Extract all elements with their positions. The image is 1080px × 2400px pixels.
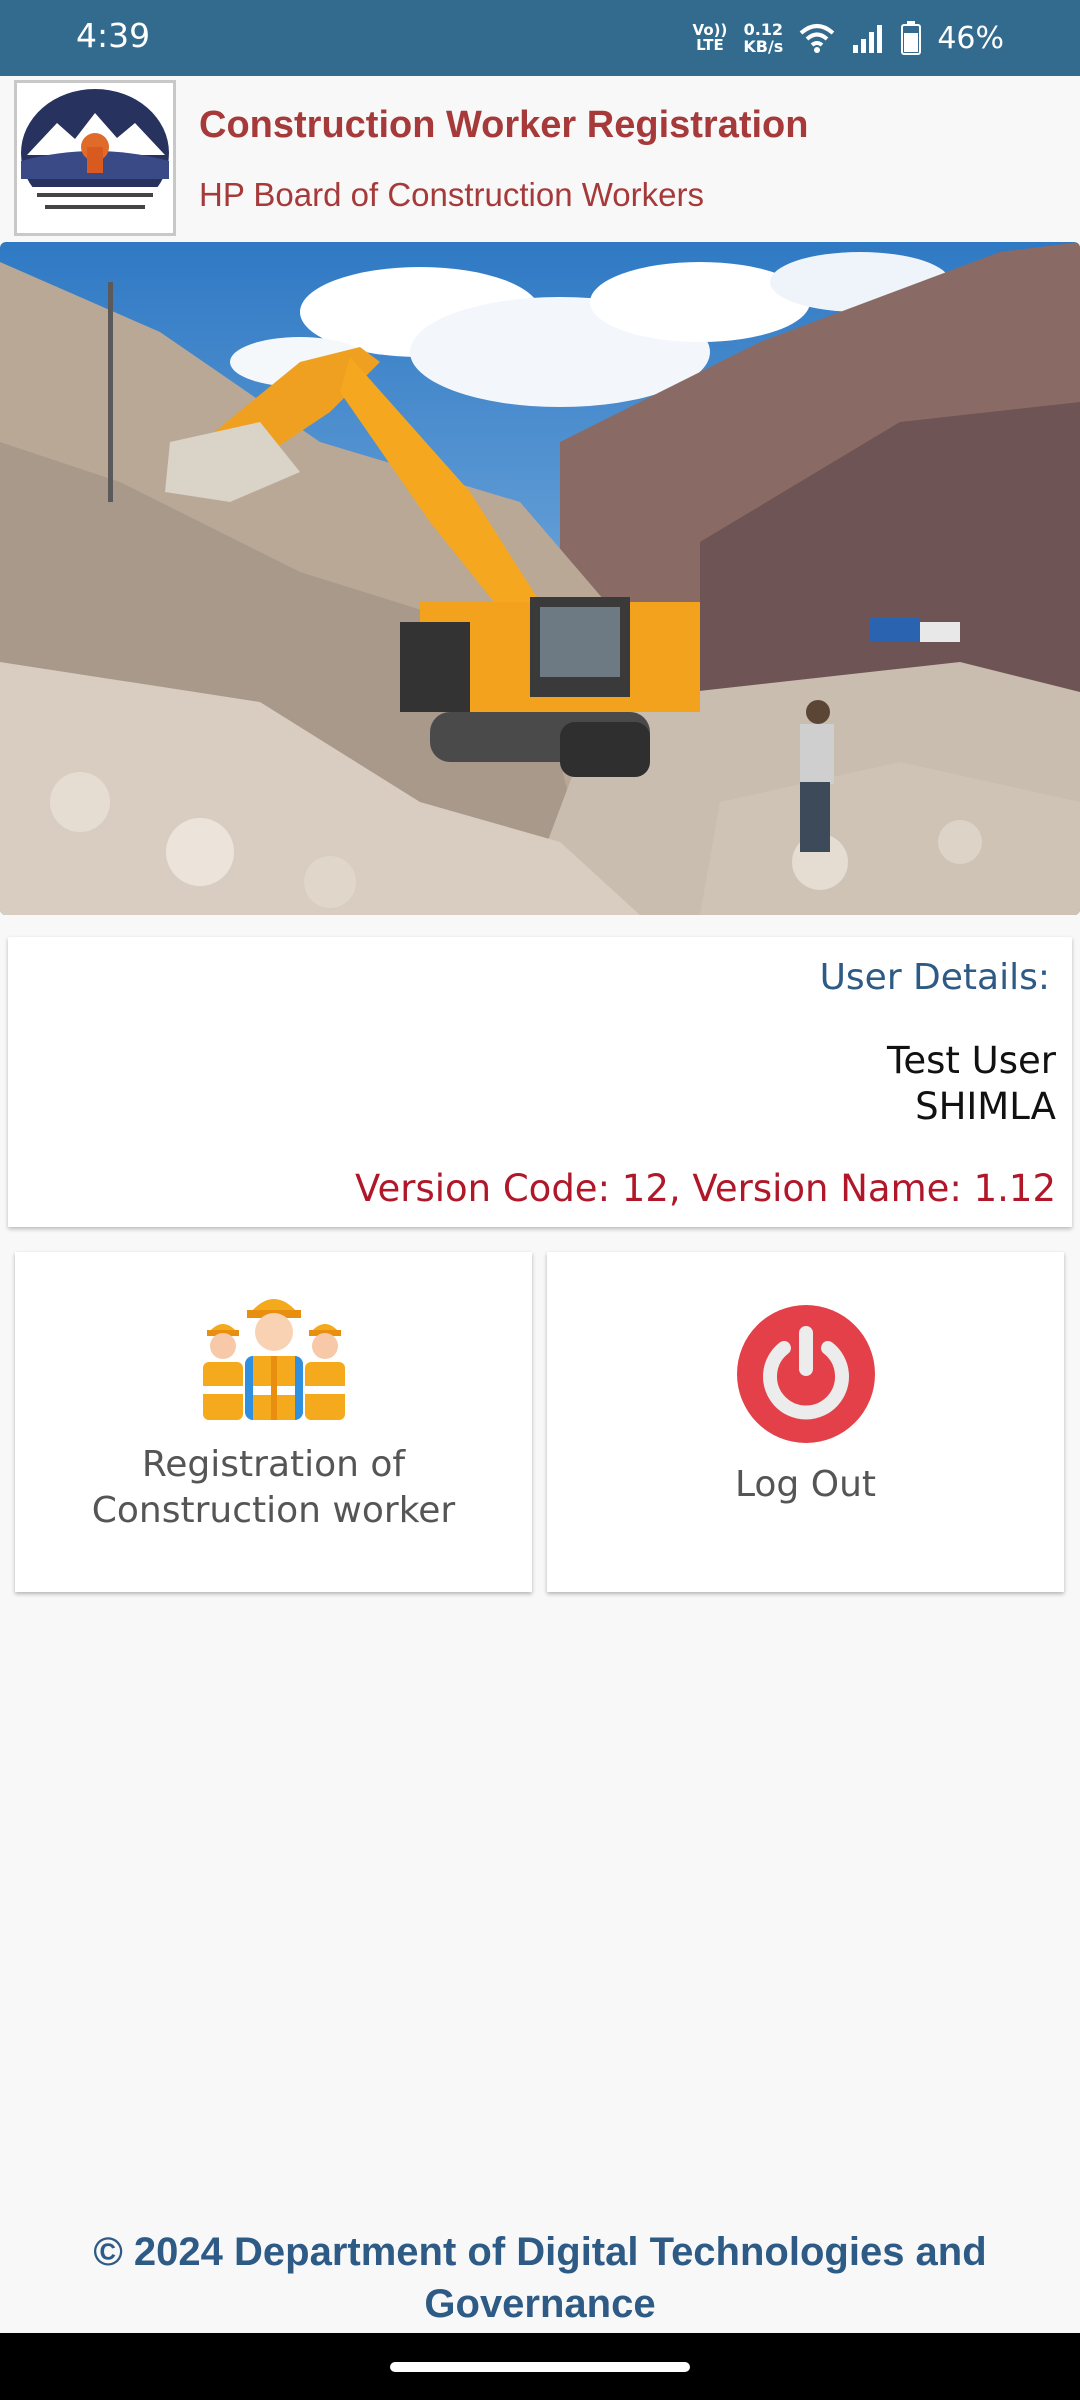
banner-image xyxy=(0,242,1080,915)
app-subtitle: HP Board of Construction Workers xyxy=(199,176,704,213)
power-icon xyxy=(736,1305,875,1443)
status-indicators: Vo)) LTE 0.12 KB/s 46% xyxy=(693,14,1004,62)
app-version: Version Code: 12, Version Name: 1.12 xyxy=(355,1167,1056,1210)
footer-copyright: © 2024 Department of Digital Technologie… xyxy=(93,2230,987,2326)
signal-icon xyxy=(853,25,883,53)
registration-label: Registration of Construction worker xyxy=(91,1444,456,1531)
network-speed: 0.12 KB/s xyxy=(743,21,783,55)
app-title: Construction Worker Registration xyxy=(199,104,809,146)
logout-label: Log Out xyxy=(734,1464,876,1505)
hp-government-logo xyxy=(14,80,176,236)
network-speed-value: 0.12 xyxy=(743,20,784,39)
system-navigation-bar xyxy=(0,2333,1080,2400)
status-bar: 4:39 Vo)) LTE 0.12 KB/s 46% xyxy=(0,0,1080,76)
wifi-icon xyxy=(799,24,835,53)
battery-icon xyxy=(901,21,922,55)
network-speed-unit: KB/s xyxy=(743,37,784,56)
volte-icon: Vo)) LTE xyxy=(693,23,728,53)
user-details-card: User Details: Test User SHIMLA Version C… xyxy=(8,937,1072,1227)
user-district: SHIMLA xyxy=(915,1085,1056,1128)
app-header: Construction Worker Registration HP Boar… xyxy=(0,76,1080,241)
banner-carousel[interactable] xyxy=(0,242,1080,915)
logout-tile[interactable]: Log Out xyxy=(547,1252,1064,1592)
construction-workers-icon xyxy=(202,1299,345,1420)
registration-tile[interactable]: Registration of Construction worker xyxy=(15,1252,532,1592)
home-gesture-handle[interactable] xyxy=(390,2362,690,2372)
user-details-label: User Details: xyxy=(819,957,1050,998)
user-name: Test User xyxy=(887,1039,1056,1082)
volte-bottom-text: LTE xyxy=(696,36,724,54)
status-time: 4:39 xyxy=(76,16,151,55)
battery-percentage: 46% xyxy=(937,20,1004,56)
